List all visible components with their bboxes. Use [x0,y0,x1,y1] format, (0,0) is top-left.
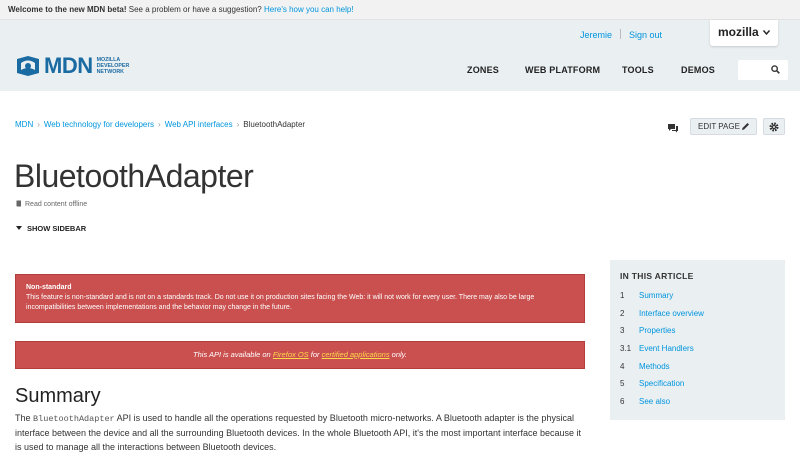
search-input[interactable] [738,60,788,80]
nav-web-platform[interactable]: WEB PLATFORM [525,65,600,75]
breadcrumb: MDN › Web technology for developers › Web AP… [15,120,305,129]
book-icon [16,200,21,207]
nav-demos[interactable]: DEMOS [681,65,715,75]
toc-link-summary[interactable]: Summary [639,291,673,300]
toc-title: IN THIS ARTICLE [620,271,694,281]
toc-link-methods[interactable]: Methods [639,362,670,371]
toc-item: 3.1 Event Handlers [620,344,775,362]
toc-link-see-also[interactable]: See also [639,397,670,406]
firefox-os-notice: This API is available on Firefox OS for … [15,341,585,369]
toc-item: 6 See also [620,397,775,415]
toc-link-event-handlers[interactable]: Event Handlers [639,344,694,353]
user-profile-link[interactable]: Jeremie [580,30,612,40]
toc-item: 2 Interface overview [620,309,775,327]
summary-heading: Summary [15,385,101,407]
toc-item: 5 Specification [620,379,775,397]
mozilla-tab-label: mozilla [717,25,759,39]
summary-paragraph: The BluetoothAdapter API is used to hand… [15,411,587,454]
notice-body: This feature is non-standard and is not … [26,294,535,311]
edit-page-button[interactable]: EDIT PAGE [690,118,757,135]
settings-button[interactable] [763,118,785,135]
beta-welcome: Welcome to the new MDN beta! [8,5,127,14]
beta-prompt: See a problem or have a suggestion? [128,5,262,14]
toc-num: 1 [620,291,625,300]
chevron-right-icon: › [236,120,240,129]
toc-link-interface-overview[interactable]: Interface overview [639,309,704,318]
firefox-notice-post: only. [391,350,407,359]
toc-num: 3.1 [620,344,632,354]
article-toc: IN THIS ARTICLE 1 Summary 2 Interface over… [610,260,785,420]
site-header: MDN MOZILLA DEVELOPER NETWORK [0,20,800,91]
page-title: BluetoothAdapter [14,158,254,194]
user-links: Jeremie Sign out [580,29,662,40]
firefox-notice-pre: This API is available on [193,350,271,359]
certified-apps-link[interactable]: certified applications [322,350,390,359]
pencil-icon [742,123,749,130]
nav-zones[interactable]: ZONES [467,65,499,75]
triangle-down-icon [16,226,22,230]
firefox-notice-mid: for [310,350,320,359]
nav-tools[interactable]: TOOLS [622,65,654,75]
toc-item: 4 Methods [620,362,775,380]
read-offline-link[interactable]: Read content offline [16,200,87,208]
notice-title: Non-standard [26,284,72,291]
toc-num: 2 [620,308,625,318]
beta-bar: Welcome to the new MDN beta! See a probl… [0,0,800,20]
comment-icon[interactable] [667,120,679,138]
show-sidebar-label: SHOW SIDEBAR [27,224,87,233]
toc-num: 4 [620,361,625,371]
summary-code: BluetoothAdapter [33,414,115,424]
toc-num: 5 [620,379,625,389]
toc-link-properties[interactable]: Properties [639,326,675,335]
toc-item: 1 Summary [620,291,775,309]
firefox-os-link[interactable]: Firefox OS [273,350,309,359]
chevron-right-icon: › [158,120,161,129]
gear-icon [769,122,779,132]
main-nav: ZONES WEB PLATFORM TOOLS DEMOS [0,65,800,77]
breadcrumb-current: BluetoothAdapter [243,120,306,129]
chevron-down-icon [762,30,771,36]
divider [619,29,621,39]
search-icon[interactable] [771,65,780,74]
mozilla-tab[interactable]: mozilla [710,20,778,46]
chevron-right-icon: › [37,120,40,129]
toc-item: 3 Properties [620,326,775,344]
breadcrumb-web-tech[interactable]: Web technology for developers [44,120,154,129]
summary-text-pre: The [15,413,31,423]
edit-page-label: EDIT PAGE [698,122,740,131]
non-standard-notice: Non-standard This feature is non-standar… [15,274,585,323]
toc-num: 6 [620,397,625,407]
breadcrumb-web-api[interactable]: Web API interfaces [165,120,233,129]
toc-link-specification[interactable]: Specification [639,379,684,388]
toc-num: 3 [620,326,625,336]
beta-help-link[interactable]: Here's how you can help! [264,5,354,14]
sign-out-link[interactable]: Sign out [629,30,662,40]
show-sidebar-toggle[interactable]: SHOW SIDEBAR [16,224,86,233]
breadcrumb-mdn[interactable]: MDN [15,120,33,129]
read-offline-label: Read content offline [25,201,88,208]
